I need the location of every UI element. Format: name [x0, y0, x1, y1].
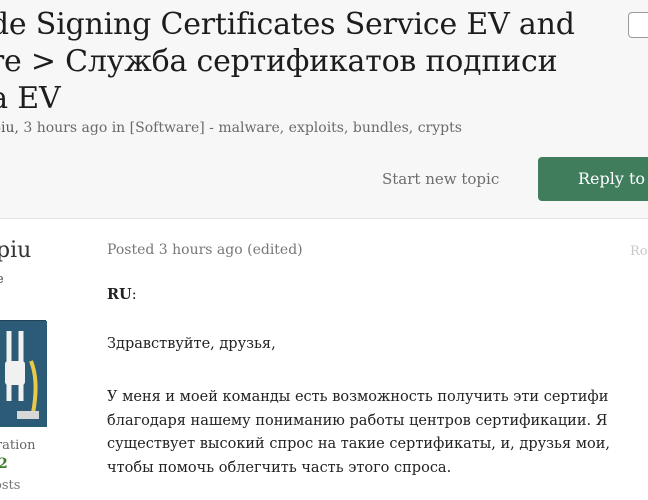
post-line: благодаря нашему пониманию работы центро…	[107, 412, 608, 429]
avatar[interactable]	[0, 320, 47, 427]
post-line: У меня и моей команды есть возможность п…	[107, 389, 609, 405]
post-greeting: Здравствуйте, друзья,	[107, 336, 276, 352]
post-language: RU	[107, 286, 132, 303]
avatar-image	[0, 321, 47, 427]
poster-group: stration	[0, 438, 36, 453]
post-line: чтобы помочь облегчить часть этого спрос…	[107, 459, 452, 476]
report-link[interactable]: Ro	[630, 244, 648, 259]
poster-post-count: 2	[0, 456, 8, 472]
topic-meta: piu, 3 hours ago in [Software] - malware…	[0, 120, 462, 136]
poster-name[interactable]: piu	[0, 238, 31, 263]
topic-title-line-2: ore > Служба сертификатов подписи	[0, 44, 558, 79]
topic-time[interactable]: 3 hours ago	[23, 120, 107, 136]
topic-title-line-1: ode Signing Certificates Service EV and	[0, 7, 575, 42]
post-line: существует высокий спрос на такие сертиф…	[107, 436, 610, 452]
topic-meta-in: in	[111, 120, 126, 136]
topic-author[interactable]: piu,	[0, 120, 19, 136]
start-new-topic-button[interactable]: Start new topic	[382, 170, 499, 188]
select-topic-checkbox[interactable]	[628, 12, 648, 38]
post-language-line: RU:	[107, 286, 137, 303]
topic-title-line-3: да EV	[0, 81, 61, 116]
poster-rank: e	[0, 272, 4, 287]
post-paragraph: У меня и моей команды есть возможность п…	[107, 386, 610, 480]
post-date[interactable]: Posted 3 hours ago (edited)	[107, 242, 303, 258]
poster-posts-label: osts	[0, 478, 21, 493]
post-language-suffix: :	[131, 287, 137, 303]
topic-forum-link[interactable]: [Software] - malware, exploits, bundles,…	[130, 120, 462, 136]
topic-title: ode Signing Certificates Service EV and …	[0, 6, 648, 117]
reply-button[interactable]: Reply to	[538, 157, 648, 201]
